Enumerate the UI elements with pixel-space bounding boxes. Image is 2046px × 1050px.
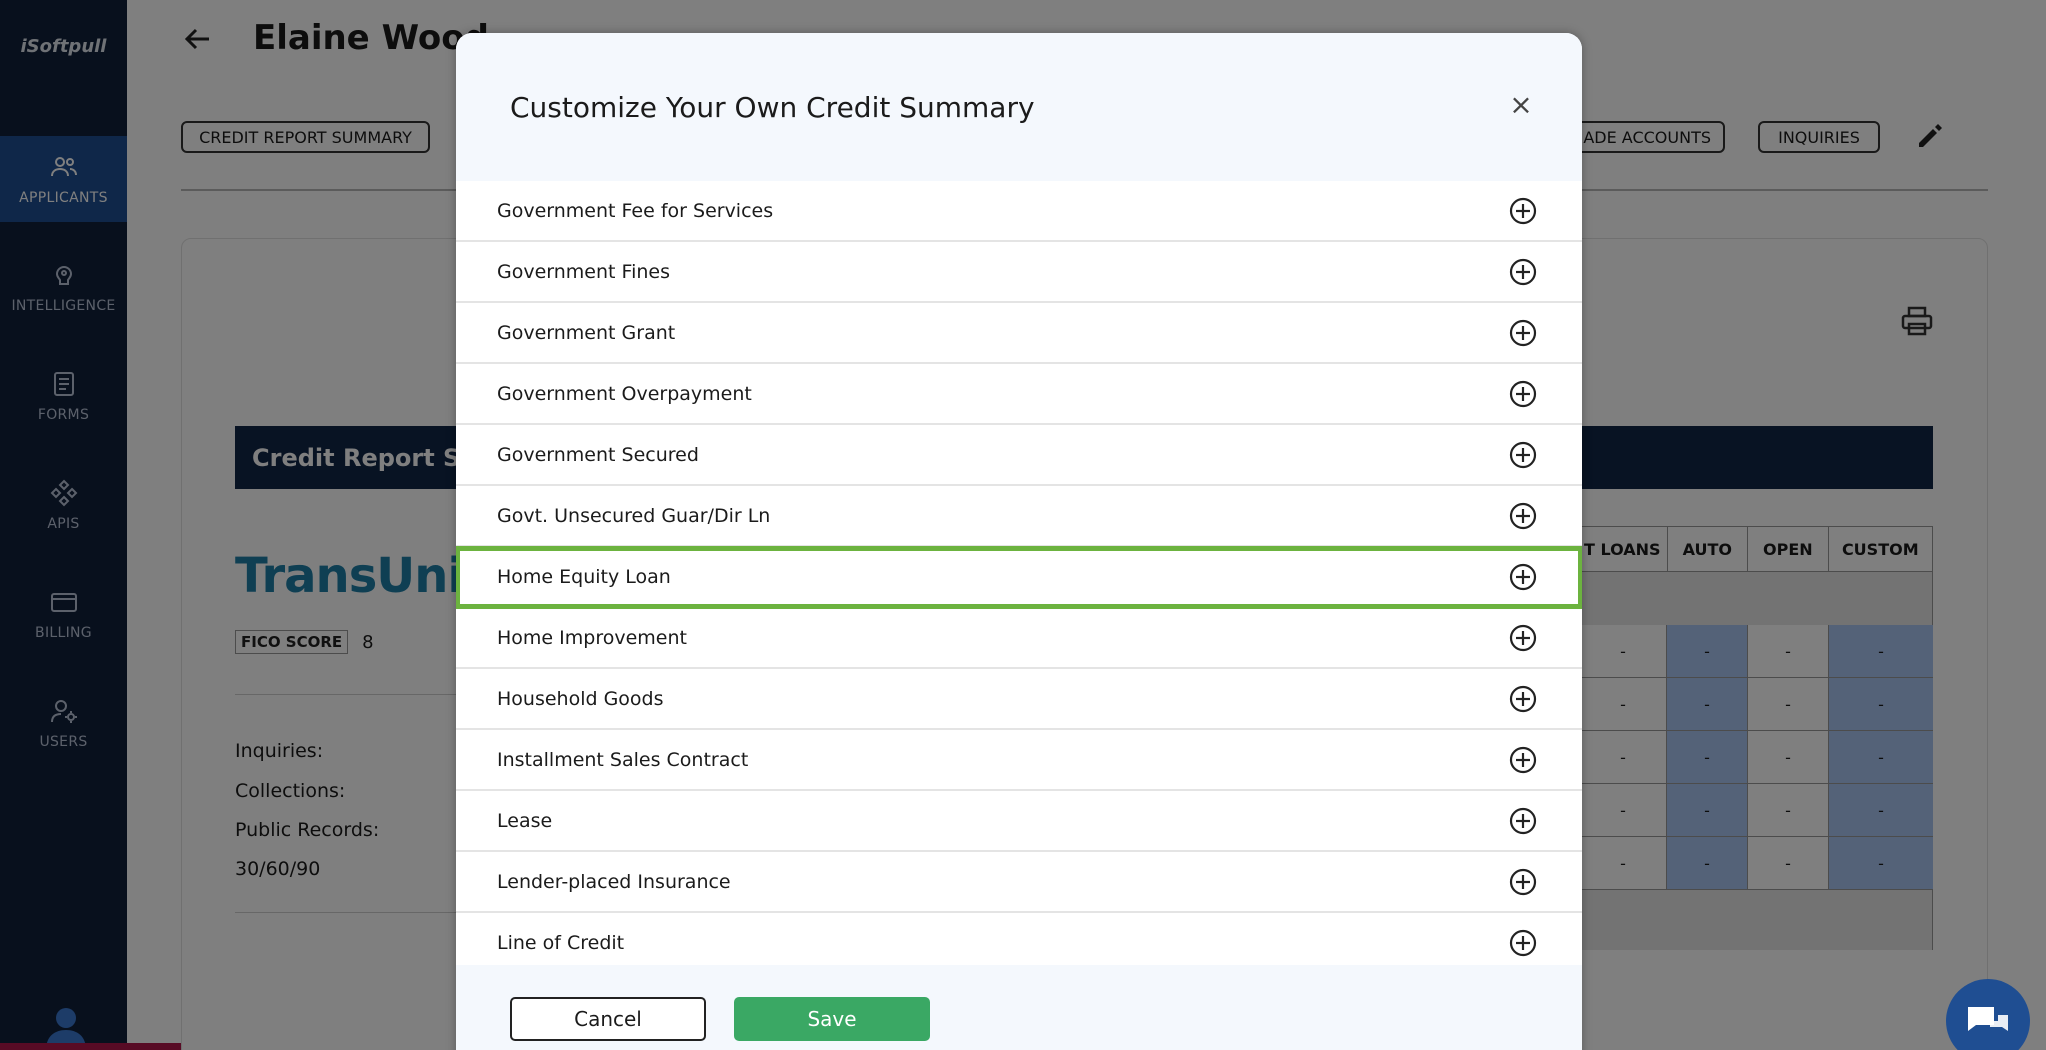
list-item-highlighted: Home Equity Loan [456, 546, 1582, 609]
add-circle-icon[interactable] [1508, 257, 1538, 287]
account-type-list: Government Fee for Services Government F… [456, 181, 1582, 974]
cancel-button[interactable]: Cancel [510, 997, 706, 1041]
customize-summary-modal: Customize Your Own Credit Summary × Gove… [456, 33, 1582, 1050]
add-circle-icon[interactable] [1508, 562, 1538, 592]
chat-icon [1968, 1007, 2008, 1031]
list-item-label: Line of Credit [497, 931, 625, 954]
add-circle-icon[interactable] [1508, 745, 1538, 775]
list-item: Lender-placed Insurance [456, 852, 1582, 913]
list-item: Installment Sales Contract [456, 730, 1582, 791]
list-item: Household Goods [456, 669, 1582, 730]
list-item-label: Home Improvement [497, 626, 687, 649]
add-circle-icon[interactable] [1508, 379, 1538, 409]
list-item-label: Lease [497, 809, 553, 832]
list-item: Government Overpayment [456, 364, 1582, 425]
list-item-label: Lender-placed Insurance [497, 870, 731, 893]
add-circle-icon[interactable] [1508, 928, 1538, 958]
list-item-label: Government Secured [497, 443, 699, 466]
list-item: Govt. Unsecured Guar/Dir Ln [456, 486, 1582, 547]
list-item: Government Secured [456, 425, 1582, 486]
list-item-label: Installment Sales Contract [497, 748, 749, 771]
add-circle-icon[interactable] [1508, 318, 1538, 348]
list-item-label: Government Fines [497, 260, 670, 283]
list-item-label: Household Goods [497, 687, 664, 710]
add-circle-icon[interactable] [1508, 196, 1538, 226]
list-item: Government Grant [456, 303, 1582, 364]
list-item-label: Government Overpayment [497, 382, 752, 405]
list-item-label: Government Grant [497, 321, 676, 344]
add-circle-icon[interactable] [1508, 806, 1538, 836]
add-circle-icon[interactable] [1508, 684, 1538, 714]
list-item: Government Fines [456, 242, 1582, 303]
list-item-label: Government Fee for Services [497, 199, 774, 222]
modal-title: Customize Your Own Credit Summary [510, 91, 1035, 124]
list-item: Lease [456, 791, 1582, 852]
chat-widget-button[interactable] [1946, 979, 2030, 1050]
add-circle-icon[interactable] [1508, 623, 1538, 653]
close-icon[interactable]: × [1506, 88, 1536, 121]
save-button[interactable]: Save [734, 997, 930, 1041]
list-item: Government Fee for Services [456, 181, 1582, 242]
add-circle-icon[interactable] [1508, 867, 1538, 897]
list-item-label: Home Equity Loan [497, 565, 671, 588]
add-circle-icon[interactable] [1508, 440, 1538, 470]
add-circle-icon[interactable] [1508, 501, 1538, 531]
list-item: Home Improvement [456, 608, 1582, 669]
list-item-label: Govt. Unsecured Guar/Dir Ln [497, 504, 771, 527]
